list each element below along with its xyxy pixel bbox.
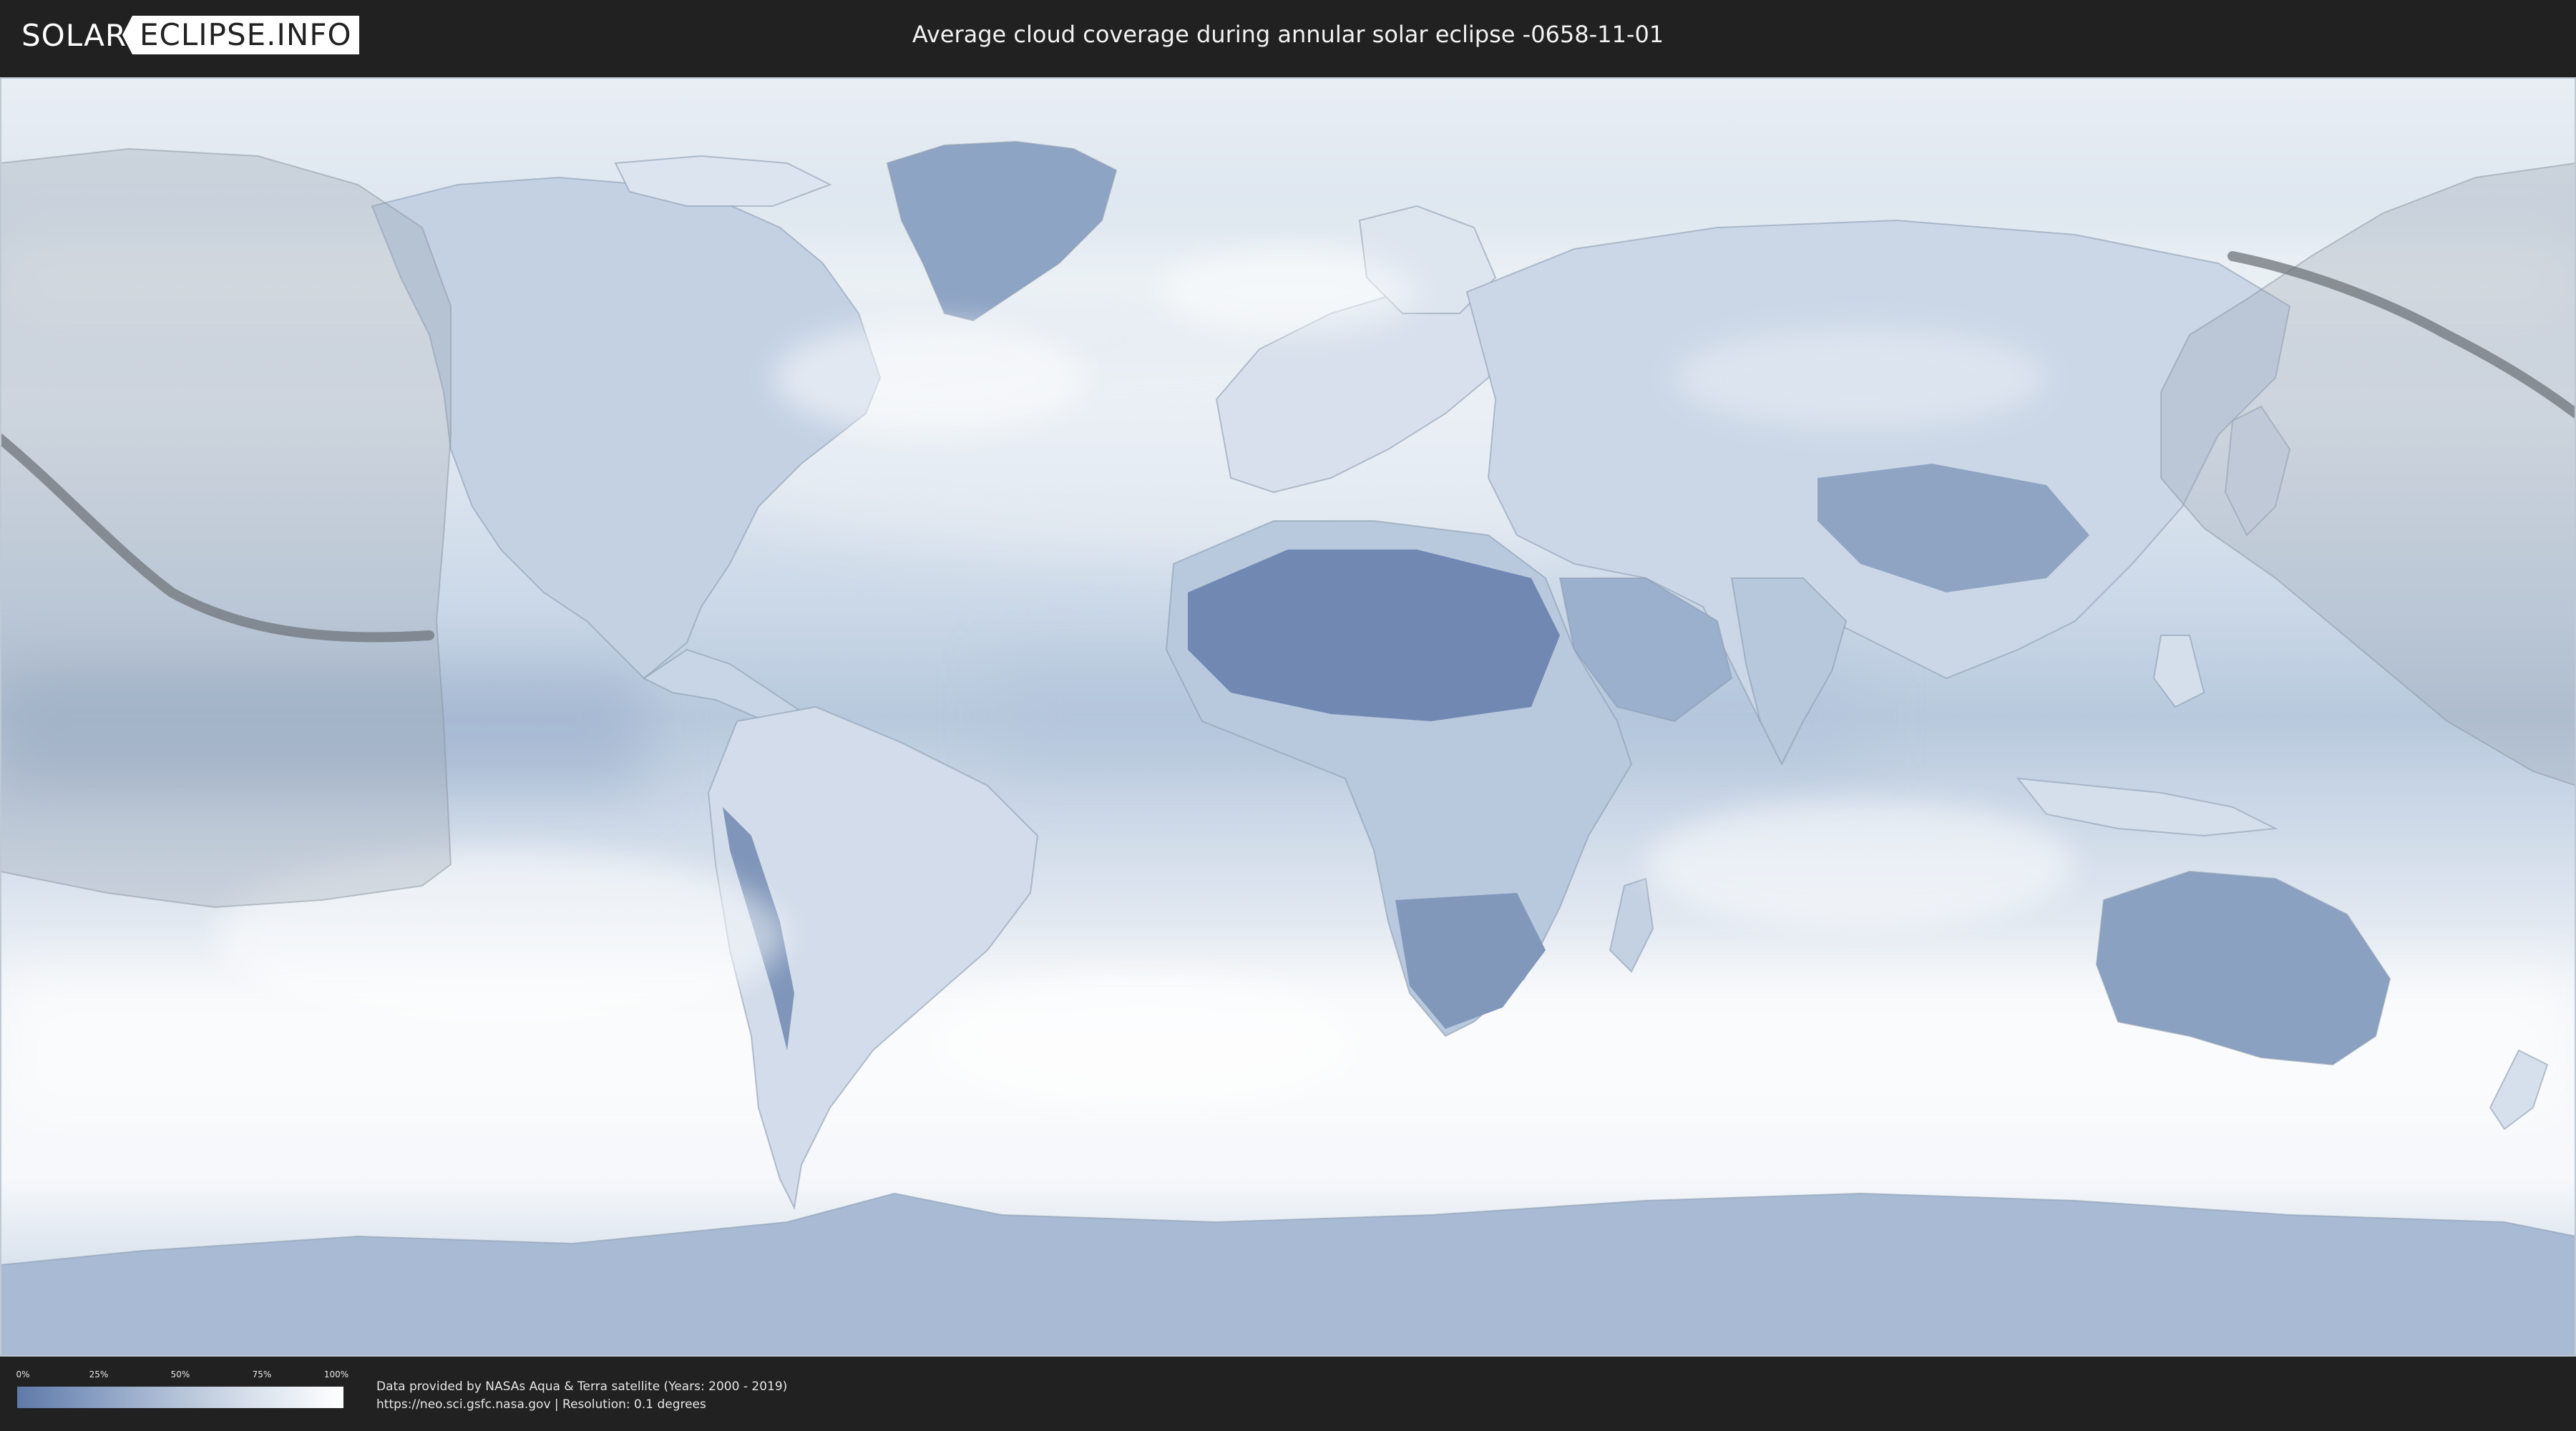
data-credits: Data provided by NASAs Aqua & Terra sate… [376,1378,787,1414]
credit-line-url[interactable]: https://neo.sci.gsfc.nasa.gov | Resoluti… [376,1396,787,1414]
legend-tick-25: 25% [89,1369,109,1379]
page-title: Average cloud coverage during annular so… [912,21,1664,48]
app-root: SOLAR ECLIPSE.INFO Average cloud coverag… [0,0,2576,1431]
cloud-coverage-legend: 0% 25% 50% 75% 100% [16,1369,348,1412]
eclipse-zone-west [0,147,452,909]
credit-line-source: Data provided by NASAs Aqua & Terra sate… [376,1379,788,1394]
footer-bar: 0% 25% 50% 75% 100% Data provided by NAS… [0,1357,2576,1431]
map-canvas [0,77,2576,1357]
legend-tick-0: 0% [16,1369,30,1379]
legend-tick-50: 50% [170,1369,190,1379]
header-bar: SOLAR ECLIPSE.INFO Average cloud coverag… [0,0,2576,72]
legend-tick-75: 75% [252,1369,272,1379]
legend-tick-100: 100% [323,1369,349,1379]
legend-gradient-bar [17,1387,343,1408]
cloud-coverage-map[interactable] [0,77,2576,1357]
